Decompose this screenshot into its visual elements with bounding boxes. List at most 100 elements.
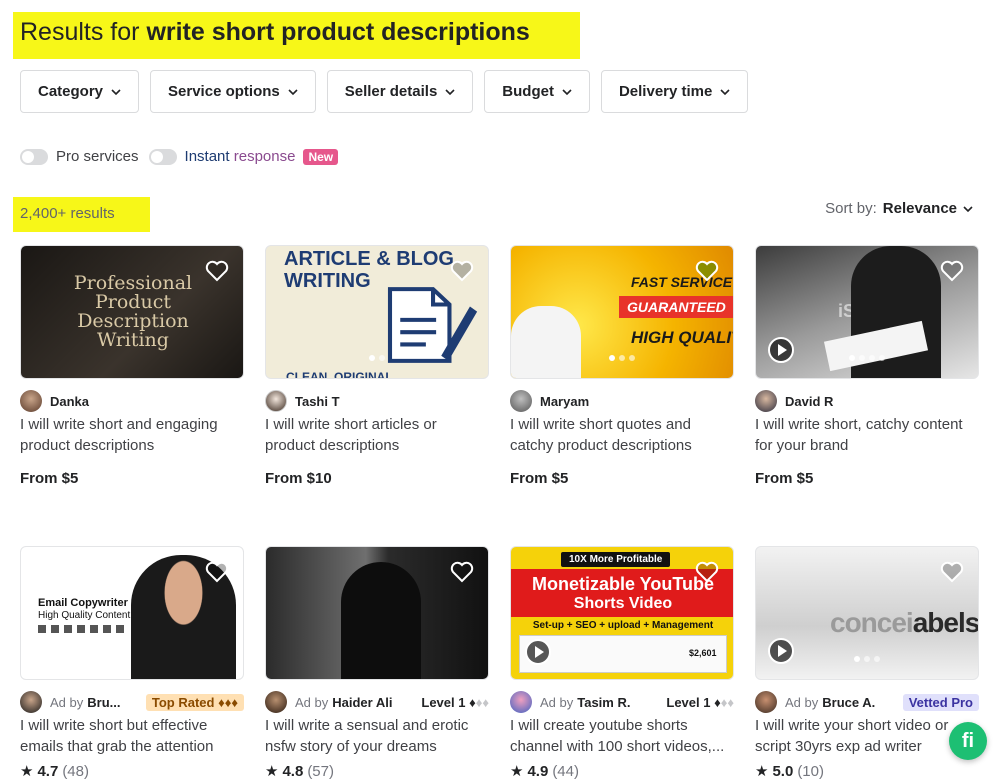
thumbnail-text-part: abels xyxy=(912,607,979,638)
seller-row: Tashi T xyxy=(265,390,489,412)
ad-label: Ad by xyxy=(540,694,574,710)
rating: ★ 4.7 (48) xyxy=(20,762,244,779)
heart-icon[interactable] xyxy=(940,260,964,282)
rating-value: 5.0 xyxy=(772,762,794,779)
filter-service-options-button[interactable]: Service options xyxy=(150,70,316,113)
thumbnail-text: $2,601 xyxy=(689,648,717,658)
gig-title[interactable]: I will write short, catchy content for y… xyxy=(755,414,979,456)
play-icon[interactable] xyxy=(768,638,794,664)
couple-silhouette xyxy=(341,562,421,679)
heart-icon[interactable] xyxy=(205,561,229,583)
seller-name[interactable]: Tasim R. xyxy=(577,695,630,710)
star-icon: ★ xyxy=(20,763,34,779)
thumbnail-text: Professional Product Description Writing xyxy=(73,272,193,351)
gig-thumbnail[interactable]: Email Copywriter High Quality Content xyxy=(20,546,244,680)
filter-budget-button[interactable]: Budget xyxy=(484,70,590,113)
thumbnail-text: High Quality Content xyxy=(38,610,131,621)
thumbnail-text: Set-up + SEO + upload + Management xyxy=(532,620,714,631)
sort-dropdown[interactable]: Sort by: Relevance xyxy=(825,200,973,217)
gig-title[interactable]: I will create youtube shorts channel wit… xyxy=(510,715,734,757)
avatar[interactable] xyxy=(20,691,42,713)
thumbnail-text: 10X More Profitable xyxy=(561,552,671,567)
level-label: Level 1 ♦ xyxy=(666,694,721,710)
seller-row: David R xyxy=(755,390,979,412)
play-icon[interactable] xyxy=(768,337,794,363)
seller-row: Maryam xyxy=(510,390,734,412)
rating: ★ 4.9 (44) xyxy=(510,762,734,779)
seller-name[interactable]: David R xyxy=(785,394,833,409)
heart-icon[interactable] xyxy=(205,260,229,282)
gig-card[interactable]: 10X More Profitable Monetizable YouTube … xyxy=(510,546,734,779)
avatar[interactable] xyxy=(265,390,287,412)
filter-delivery-time-button[interactable]: Delivery time xyxy=(600,70,749,113)
gig-thumbnail[interactable]: 10X More Profitable Monetizable YouTube … xyxy=(510,546,734,680)
seller-name[interactable]: Haider Ali xyxy=(332,695,392,710)
gig-card[interactable]: iStock David R I will write short, catch… xyxy=(755,245,979,487)
gig-title[interactable]: I will write short quotes and catchy pro… xyxy=(510,414,734,456)
rating: ★ 5.0 (10) xyxy=(755,762,979,779)
avatar[interactable] xyxy=(20,390,42,412)
play-icon[interactable] xyxy=(525,639,551,665)
results-count: 2,400+ results xyxy=(20,205,115,222)
instant-word: Instant xyxy=(184,148,230,165)
seller-row: Danka xyxy=(20,390,244,412)
gig-thumbnail[interactable]: conceiabels xyxy=(755,546,979,680)
seller-name[interactable]: Bru... xyxy=(87,695,120,710)
sort-label: Sort by: xyxy=(825,200,877,217)
carousel-dots xyxy=(609,355,635,361)
seller-name[interactable]: Danka xyxy=(50,394,89,409)
instant-response-toggle[interactable] xyxy=(148,148,177,165)
filter-seller-details-button[interactable]: Seller details xyxy=(326,70,474,113)
gig-thumbnail[interactable]: ARTICLE & BLOG WRITING CLEAN, ORIGINAL xyxy=(265,245,489,379)
gig-title[interactable]: I will write short articles or product d… xyxy=(265,414,489,456)
toggle-row: Pro services Instant response New xyxy=(20,148,339,165)
pointing-person-figure xyxy=(511,306,581,378)
thumbnail-text: HIGH QUALITY xyxy=(631,328,733,347)
gig-title[interactable]: I will write short and engaging product … xyxy=(20,414,244,456)
seller-name[interactable]: Tashi T xyxy=(295,394,340,409)
avatar[interactable] xyxy=(510,390,532,412)
seller-row: Ad by Bruce A. Vetted Pro xyxy=(755,691,979,713)
avatar[interactable] xyxy=(265,691,287,713)
gig-price: From $10 xyxy=(265,470,332,487)
chevron-down-icon xyxy=(562,88,572,95)
heart-icon[interactable] xyxy=(695,260,719,282)
chevron-down-icon xyxy=(963,205,973,212)
gig-title[interactable]: I will write a sensual and erotic nsfw s… xyxy=(265,715,489,757)
gig-card[interactable]: Email Copywriter High Quality Content Ad… xyxy=(20,546,244,779)
avatar[interactable] xyxy=(755,691,777,713)
heart-icon[interactable] xyxy=(450,561,474,583)
thumbnail-text: CLEAN, ORIGINAL xyxy=(286,370,393,379)
filter-label: Delivery time xyxy=(618,83,713,100)
gig-title[interactable]: I will write your short video or script … xyxy=(755,715,979,757)
gig-title[interactable]: I will write short but effective emails … xyxy=(20,715,244,757)
filter-category-button[interactable]: Category xyxy=(20,70,140,113)
ad-label: Ad by xyxy=(785,694,819,710)
gig-price: From $5 xyxy=(510,470,569,487)
seller-name[interactable]: Maryam xyxy=(540,394,589,409)
gig-thumbnail[interactable]: iStock xyxy=(755,245,979,379)
gig-card[interactable]: ARTICLE & BLOG WRITING CLEAN, ORIGINAL T… xyxy=(265,245,489,487)
gig-price: From $5 xyxy=(755,470,814,487)
pro-services-toggle[interactable] xyxy=(20,148,48,165)
avatar[interactable] xyxy=(510,691,532,713)
filter-label: Service options xyxy=(168,83,280,100)
seller-name[interactable]: Bruce A. xyxy=(822,695,875,710)
gig-price: From $5 xyxy=(20,470,79,487)
carousel-dots xyxy=(369,355,385,361)
gig-card[interactable]: FAST SERVICE AN GUARANTEED HIGH QUALITY … xyxy=(510,245,734,487)
level-label: Level 1 ♦ xyxy=(421,694,476,710)
gig-card[interactable]: Professional Product Description Writing… xyxy=(20,245,244,487)
gig-thumbnail[interactable]: FAST SERVICE AN GUARANTEED HIGH QUALITY xyxy=(510,245,734,379)
avatar[interactable] xyxy=(755,390,777,412)
chat-button[interactable]: fi xyxy=(949,722,987,760)
chevron-down-icon xyxy=(288,88,298,95)
heart-icon[interactable] xyxy=(695,561,719,583)
heart-icon[interactable] xyxy=(450,260,474,282)
heart-icon[interactable] xyxy=(940,561,964,583)
gig-thumbnail[interactable] xyxy=(265,546,489,680)
gig-thumbnail[interactable]: Professional Product Description Writing xyxy=(20,245,244,379)
gig-card[interactable]: conceiabels Ad by Bruce A. Vetted Pro I … xyxy=(755,546,979,779)
carousel-dots xyxy=(854,656,880,662)
gig-card[interactable]: Ad by Haider Ali Level 1 ♦♦♦ I will writ… xyxy=(265,546,489,779)
